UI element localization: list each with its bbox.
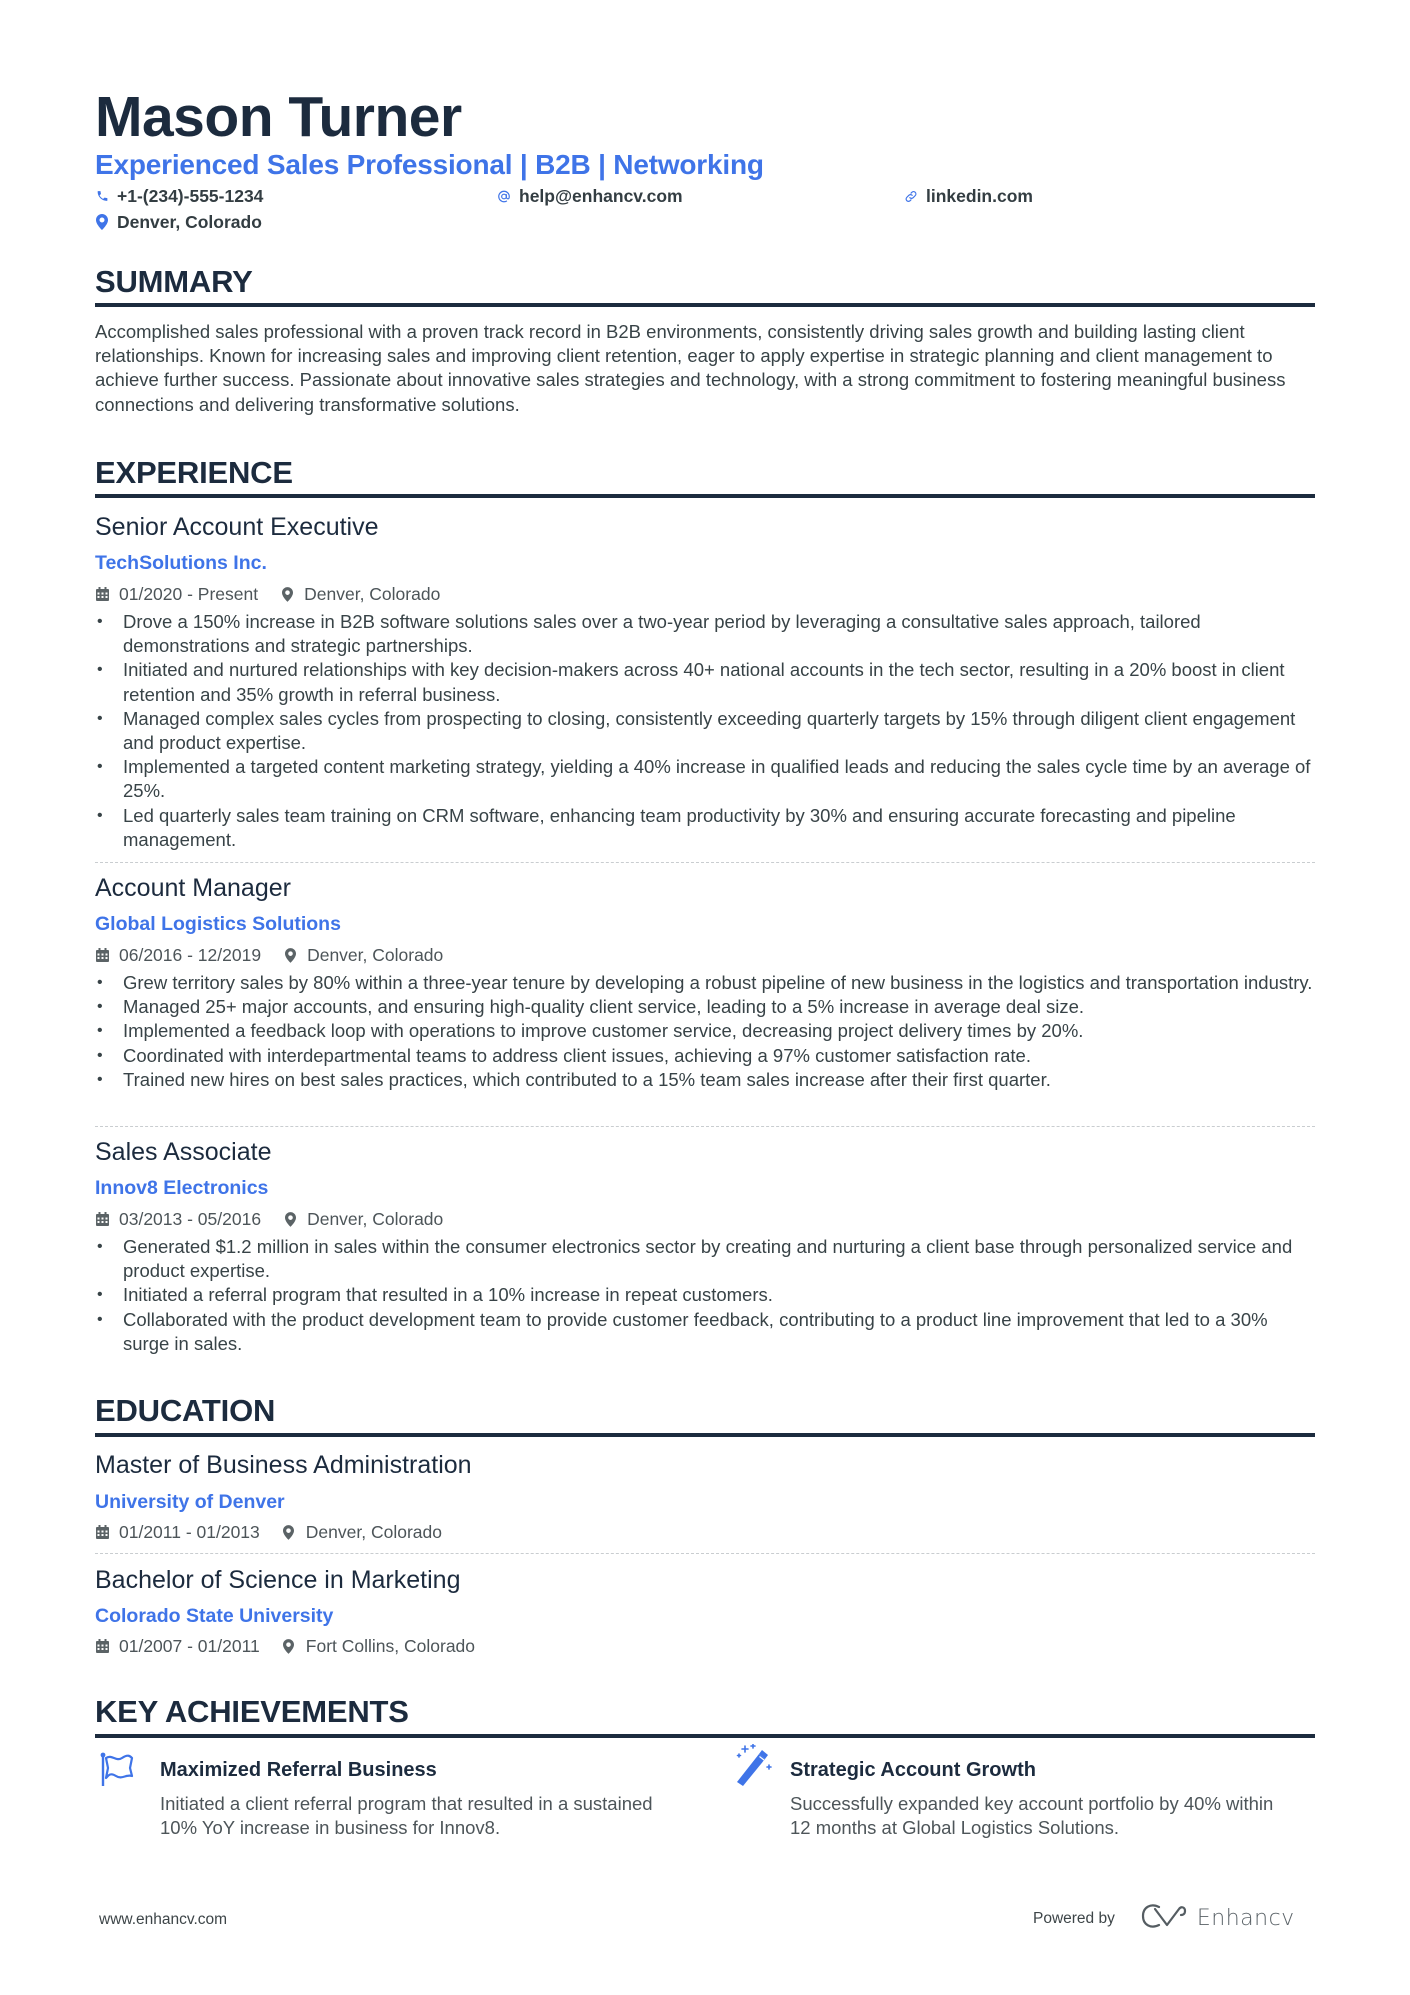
calendar-icon — [95, 947, 109, 963]
job-bullets: Drove a 150% increase in B2B software so… — [95, 610, 1315, 852]
bullet-item: Collaborated with the product developmen… — [95, 1308, 1315, 1356]
job-dates: 03/2013 - 05/2016 — [119, 1209, 262, 1229]
summary-section-header: SUMMARY — [95, 264, 1315, 307]
bullet-item: Coordinated with interdepartmental teams… — [95, 1044, 1315, 1068]
job-location: Denver, Colorado — [304, 584, 441, 604]
contact-phone: +1-(234)-555-1234 — [95, 185, 263, 207]
degree-title: Master of Business Administration — [95, 1451, 472, 1479]
phone-icon — [95, 188, 109, 204]
job-bullets: Grew territory sales by 80% within a thr… — [95, 971, 1315, 1092]
magic-wand-icon — [735, 1743, 773, 1786]
section-rule — [95, 1734, 1315, 1738]
job-bullets: Generated $1.2 million in sales within t… — [95, 1235, 1315, 1356]
job-meta: 03/2013 - 05/2016 Denver, Colorado — [95, 1208, 443, 1230]
job-meta: 01/2020 - Present Denver, Colorado — [95, 583, 440, 605]
education-dates: 01/2007 - 01/2011 — [119, 1636, 260, 1656]
job-dates: 06/2016 - 12/2019 — [119, 945, 262, 965]
contact-phone-text: +1-(234)-555-1234 — [117, 186, 264, 206]
calendar-icon — [95, 1211, 109, 1227]
achievements-section-header: KEY ACHIEVEMENTS — [95, 1694, 1315, 1738]
education-meta: 01/2007 - 01/2011 Fort Collins, Colorado — [95, 1635, 475, 1657]
school-name: Colorado State University — [95, 1605, 334, 1627]
job-title: Senior Account Executive — [95, 513, 379, 541]
job-dates: 01/2020 - Present — [119, 584, 259, 604]
achievement-description: Successfully expanded key account portfo… — [790, 1793, 1274, 1839]
experience-section-header: EXPERIENCE — [95, 455, 1315, 498]
link-icon — [904, 188, 918, 204]
education-meta: 01/2011 - 01/2013 Denver, Colorado — [95, 1521, 442, 1543]
job-title: Account Manager — [95, 874, 291, 902]
summary-text: Accomplished sales professional with a p… — [95, 321, 1286, 415]
section-rule — [95, 494, 1315, 498]
map-pin-icon — [95, 214, 109, 230]
calendar-icon — [95, 586, 109, 602]
map-pin-icon — [283, 947, 297, 963]
candidate-tagline: Experienced Sales Professional | B2B | N… — [95, 149, 764, 180]
job-title: Sales Associate — [95, 1138, 272, 1166]
candidate-name: Mason Turner — [95, 85, 462, 149]
achievement-title: Maximized Referral Business — [160, 1759, 437, 1781]
experience-heading: EXPERIENCE — [95, 455, 293, 490]
entry-divider — [95, 862, 1315, 863]
achievement-title: Strategic Account Growth — [790, 1759, 1036, 1781]
map-pin-icon — [283, 1211, 297, 1227]
powered-by-text: Powered by — [1033, 1909, 1115, 1927]
map-pin-icon — [282, 1638, 296, 1654]
section-rule — [95, 303, 1315, 307]
calendar-icon — [95, 1638, 109, 1654]
contact-linkedin-text[interactable]: linkedin.com — [926, 185, 1033, 207]
achievement-description: Initiated a client referral program that… — [160, 1793, 653, 1839]
job-meta: 06/2016 - 12/2019 Denver, Colorado — [95, 944, 443, 966]
bullet-item: Trained new hires on best sales practice… — [95, 1068, 1315, 1092]
education-heading: EDUCATION — [95, 1393, 276, 1428]
bullet-item: Managed complex sales cycles from prospe… — [95, 707, 1315, 755]
bullet-item: Led quarterly sales team training on CRM… — [95, 804, 1315, 852]
footer-powered-by: Powered by Enhancv — [1033, 1903, 1295, 1934]
footer-website[interactable]: www.enhancv.com — [99, 1910, 227, 1930]
education-section-header: EDUCATION — [95, 1393, 1315, 1437]
entry-divider — [95, 1126, 1315, 1127]
education-location: Fort Collins, Colorado — [305, 1636, 476, 1656]
bullet-item: Initiated a referral program that result… — [95, 1283, 1315, 1307]
bullet-item: Managed 25+ major accounts, and ensuring… — [95, 995, 1315, 1019]
school-name: University of Denver — [95, 1491, 285, 1513]
bullet-item: Initiated and nurtured relationships wit… — [95, 658, 1315, 706]
contact-linkedin[interactable]: linkedin.com — [904, 185, 1033, 207]
bullet-item: Implemented a feedback loop with operati… — [95, 1019, 1315, 1043]
bullet-item: Generated $1.2 million in sales within t… — [95, 1235, 1315, 1283]
bullet-item: Grew territory sales by 80% within a thr… — [95, 971, 1315, 995]
bullet-item: Drove a 150% increase in B2B software so… — [95, 610, 1315, 658]
education-location: Denver, Colorado — [305, 1522, 442, 1542]
degree-title: Bachelor of Science in Marketing — [95, 1566, 461, 1594]
achievements-heading: KEY ACHIEVEMENTS — [95, 1694, 409, 1729]
map-pin-icon — [282, 1524, 296, 1540]
summary-heading: SUMMARY — [95, 264, 253, 299]
calendar-icon — [95, 1524, 109, 1540]
education-dates: 01/2011 - 01/2013 — [119, 1522, 260, 1542]
job-location: Denver, Colorado — [307, 945, 444, 965]
entry-divider — [95, 1553, 1315, 1554]
contact-email-text[interactable]: help@enhancv.com — [519, 185, 683, 207]
enhancv-brand-text: Enhancv — [1196, 1906, 1295, 1931]
company-name: TechSolutions Inc. — [95, 552, 267, 574]
map-pin-icon — [280, 586, 294, 602]
enhancv-logo[interactable]: Enhancv — [1141, 1903, 1295, 1934]
section-rule — [95, 1433, 1315, 1437]
company-name: Global Logistics Solutions — [95, 913, 341, 935]
contact-location: Denver, Colorado — [95, 211, 262, 233]
contact-email[interactable]: help@enhancv.com — [497, 185, 683, 207]
company-name: Innov8 Electronics — [95, 1177, 269, 1199]
flag-icon — [100, 1752, 138, 1790]
enhancv-logo-icon — [1141, 1903, 1187, 1934]
job-location: Denver, Colorado — [307, 1209, 444, 1229]
contact-location-text: Denver, Colorado — [117, 212, 262, 232]
bullet-item: Implemented a targeted content marketing… — [95, 755, 1315, 803]
at-icon — [497, 188, 511, 204]
